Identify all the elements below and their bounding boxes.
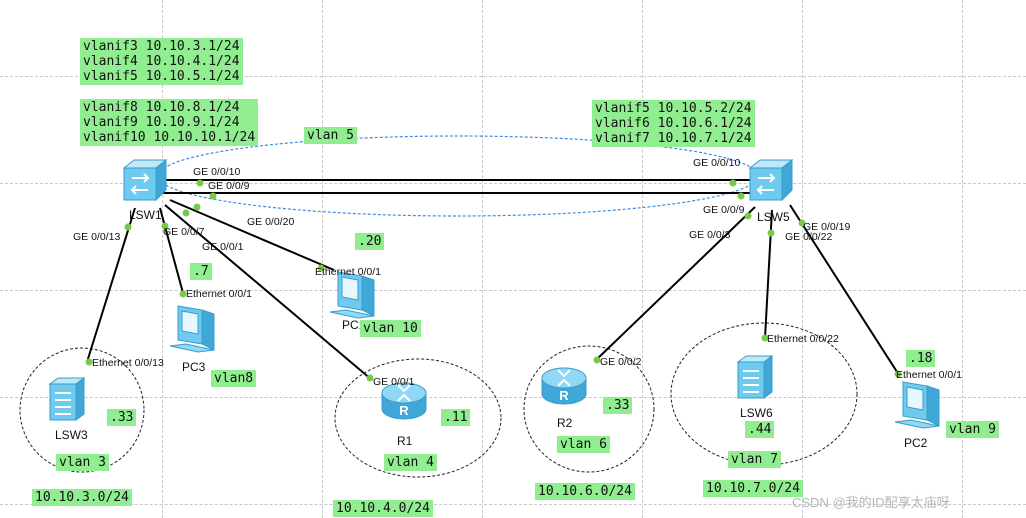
lsw6-subnet-label: 10.10.7.0/24	[703, 480, 803, 497]
svg-text:R: R	[559, 388, 569, 403]
vlanif-line: vlanif4 10.10.4.1/24	[83, 54, 240, 69]
vlan5-oval	[157, 135, 759, 217]
lsw5-switch-icon[interactable]	[748, 158, 794, 202]
port-label: GE 0/0/2	[600, 356, 642, 368]
pc3-name: PC3	[182, 360, 206, 374]
lsw1-vlanif-group-b: vlanif8 10.10.8.1/24 vlanif9 10.10.9.1/24…	[80, 99, 259, 146]
r1-vlan-label: vlan 4	[384, 454, 437, 471]
port-label: GE 0/0/1	[202, 241, 244, 253]
link-lsw5-lsw6	[764, 209, 773, 339]
port-label: Ethernet 0/0/1	[315, 266, 381, 278]
port-label: Ethernet 0/0/1	[186, 288, 252, 300]
trunk-vlan-label: vlan 5	[304, 127, 357, 144]
vlanif-line: vlanif5 10.10.5.1/24	[83, 69, 240, 84]
lsw1-name: LSW1	[129, 208, 162, 222]
port-dot	[193, 203, 201, 211]
port-label: Ethernet 0/0/22	[767, 333, 839, 345]
r1-subnet-label: 10.10.4.0/24	[333, 500, 433, 517]
port-label: GE 0/0/7	[163, 226, 205, 238]
topology-canvas: R R vlanif3 10.10.3.1/24 vlanif4 10.10.4…	[0, 0, 1026, 518]
port-label: GE 0/0/10	[193, 166, 241, 178]
pc2-name: PC2	[904, 436, 928, 450]
link-lsw1-pc3	[159, 207, 184, 294]
r2-ip-label: .33	[603, 397, 633, 414]
vlanif-line: vlanif6 10.10.6.1/24	[595, 116, 752, 131]
vlanif-line: vlanif3 10.10.3.1/24	[83, 39, 240, 54]
vlanif-line: vlanif10 10.10.10.1/24	[83, 130, 256, 145]
watermark: CSDN @我的ID配享太庙呀	[792, 495, 950, 510]
port-label: Ethernet 0/0/1	[896, 369, 962, 381]
lsw5-vlanif-group: vlanif5 10.10.5.2/24 vlanif6 10.10.6.1/24…	[592, 100, 755, 147]
lsw6-ip-label: .44	[745, 421, 775, 438]
lsw6-switch-icon[interactable]	[736, 355, 774, 399]
port-label: Ethernet 0/0/13	[92, 357, 164, 369]
port-label: GE 0/0/13	[73, 231, 121, 243]
link-lsw5-r2	[594, 206, 756, 362]
r2-vlan-label: vlan 6	[557, 436, 610, 453]
port-dot	[182, 209, 190, 217]
port-dot	[729, 179, 737, 187]
lsw6-vlan-label: vlan 7	[728, 451, 781, 468]
r2-router-icon[interactable]: R	[541, 367, 587, 405]
pc2-pc-icon[interactable]	[894, 381, 940, 429]
pc1-vlan-label: vlan 10	[360, 320, 421, 337]
pc3-pc-icon[interactable]	[169, 305, 215, 353]
r1-ip-label: .11	[441, 409, 471, 426]
lsw1-vlanif-group-a: vlanif3 10.10.3.1/24 vlanif4 10.10.4.1/24…	[80, 38, 243, 85]
pc1-pc-icon[interactable]	[329, 271, 375, 319]
port-dot	[124, 223, 132, 231]
port-dot	[196, 179, 204, 187]
vlanif-line: vlanif8 10.10.8.1/24	[83, 100, 240, 115]
pc2-ip-label: .18	[906, 350, 936, 367]
port-label: GE 0/0/9	[208, 180, 250, 192]
vlanif-line: vlanif7 10.10.7.1/24	[595, 131, 752, 146]
port-dot	[744, 212, 752, 220]
port-dot	[737, 192, 745, 200]
lsw3-subnet-label: 10.10.3.0/24	[32, 489, 132, 506]
lsw5-name: LSW5	[757, 210, 790, 224]
port-label: GE 0/0/10	[693, 157, 741, 169]
port-label: GE 0/0/19	[803, 221, 851, 233]
lsw3-name: LSW3	[55, 428, 88, 442]
pc3-ip-label: .7	[190, 263, 212, 280]
pc2-vlan-label: vlan 9	[946, 421, 999, 438]
lsw3-ip-label: .33	[107, 409, 137, 426]
lsw3-switch-icon[interactable]	[48, 377, 86, 421]
pc1-ip-label: .20	[355, 233, 385, 250]
port-label: GE 0/0/20	[247, 216, 295, 228]
r1-router-icon[interactable]: R	[381, 382, 427, 420]
port-label: GE 0/0/1	[373, 376, 415, 388]
r2-name: R2	[557, 416, 573, 430]
port-dot	[209, 192, 217, 200]
port-dot	[767, 229, 775, 237]
svg-text:R: R	[399, 403, 409, 418]
pc3-vlan-label: vlan8	[211, 370, 257, 387]
vlanif-line: vlanif9 10.10.9.1/24	[83, 115, 240, 130]
lsw3-vlan-label: vlan 3	[56, 454, 109, 471]
vlanif-line: vlanif5 10.10.5.2/24	[595, 101, 752, 116]
r1-name: R1	[397, 434, 413, 448]
port-label: GE 0/0/3	[689, 229, 731, 241]
r2-subnet-label: 10.10.6.0/24	[535, 483, 635, 500]
lsw1-switch-icon[interactable]	[122, 158, 168, 202]
lsw6-name: LSW6	[740, 406, 773, 420]
port-label: GE 0/0/9	[703, 204, 745, 216]
